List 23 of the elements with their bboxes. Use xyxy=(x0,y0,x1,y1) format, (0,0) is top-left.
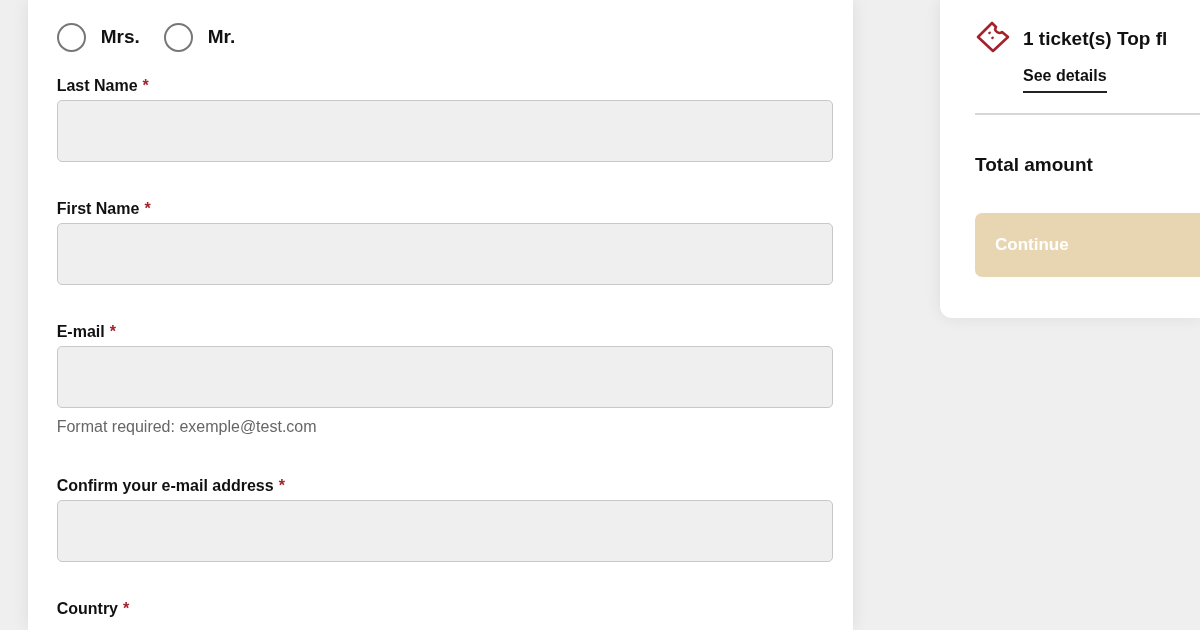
ticket-icon xyxy=(975,20,1011,54)
see-details-link[interactable]: See details xyxy=(1023,63,1107,93)
required-mark: * xyxy=(109,322,116,342)
input-field[interactable] xyxy=(56,223,833,285)
required-mark: * xyxy=(142,76,149,96)
total-label: Total amount xyxy=(975,152,1094,177)
field-label: Country xyxy=(56,599,118,619)
input-field[interactable] xyxy=(56,500,833,562)
radio-option[interactable]: Mrs. xyxy=(56,23,140,52)
required-mark: * xyxy=(144,199,151,219)
required-mark: * xyxy=(123,599,130,619)
field-hint: Format required: exemple@test.com xyxy=(56,417,318,437)
field-label: Last Name xyxy=(56,76,138,96)
input-field[interactable] xyxy=(56,100,833,162)
radio-button[interactable] xyxy=(163,23,193,52)
required-mark: * xyxy=(278,476,285,496)
input-field[interactable] xyxy=(56,346,833,408)
radio-button[interactable] xyxy=(56,23,86,52)
field-label: E-mail xyxy=(56,322,105,342)
field-label: First Name xyxy=(56,199,140,219)
ticket-summary: 1 ticket(s) Top fl xyxy=(1023,27,1168,51)
field-label: Confirm your e-mail address xyxy=(56,476,274,496)
radio-option[interactable]: Mr. xyxy=(163,23,236,52)
